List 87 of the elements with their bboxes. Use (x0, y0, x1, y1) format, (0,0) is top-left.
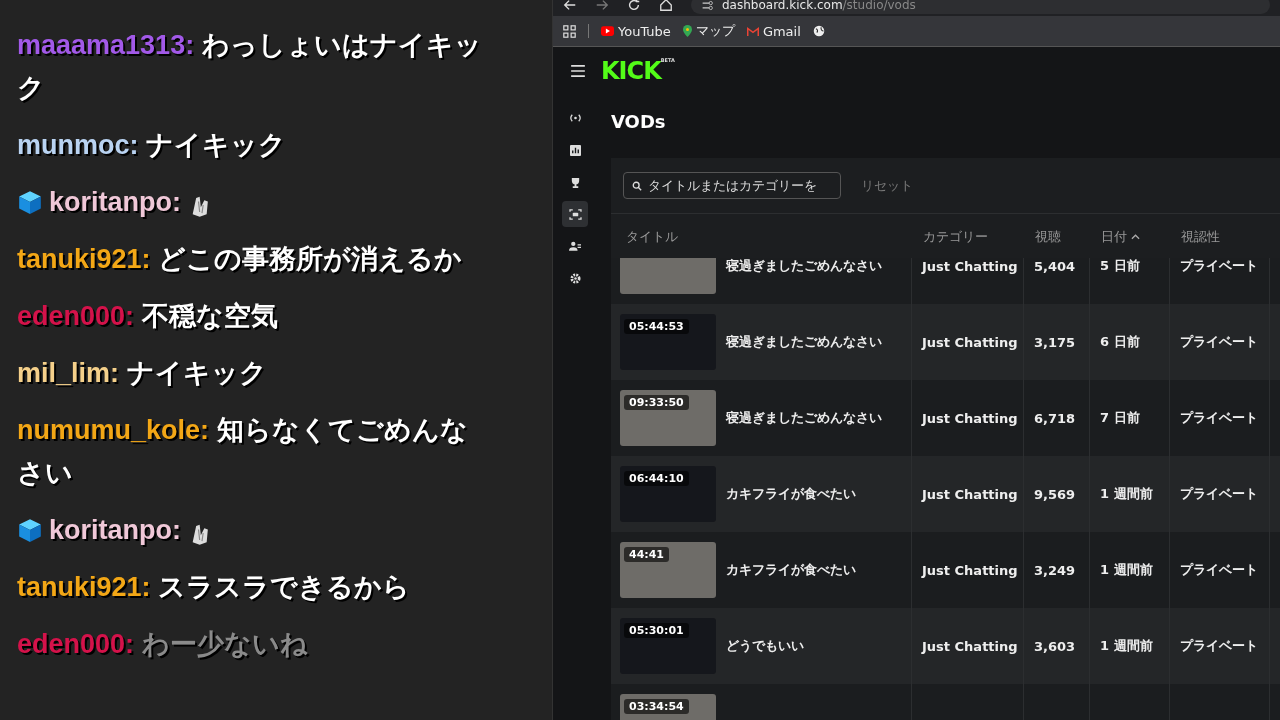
table-cell: 9,569 (1034, 486, 1076, 502)
duration-label: 44:41 (624, 547, 669, 562)
chat-message: tanuki921: スラスラできるから (17, 571, 411, 604)
video-thumbnail[interactable]: 06:44:10 (620, 466, 716, 522)
table-cell: 6 日前 (1100, 333, 1140, 351)
page-title: VODs (611, 111, 667, 132)
column-header[interactable]: 日付 (1089, 228, 1169, 246)
site-info-icon[interactable] (701, 0, 714, 12)
settings-icon (569, 272, 581, 284)
kick-logo[interactable]: KICK$^{BETA}$ (601, 57, 675, 85)
table-cell: 3,603 (1034, 638, 1076, 654)
duration-label: 05:44:53 (624, 319, 689, 334)
video-title[interactable]: どうでもいい (726, 637, 804, 655)
table-cell: 1 週間前 (1100, 485, 1153, 503)
video-thumbnail[interactable]: 44:41 (620, 542, 716, 598)
duration-label: 06:44:10 (624, 471, 689, 486)
home-icon[interactable] (659, 0, 673, 12)
table-cell: プライベート (1180, 561, 1258, 579)
table-cell: Just Chatting (922, 638, 1018, 654)
play-logo-icon (601, 26, 614, 36)
chat-message: eden000: わー少ないね (17, 628, 308, 661)
table-cell: Just Chatting (922, 410, 1018, 426)
table-cell: 6,718 (1034, 410, 1076, 426)
table-cell: Just Chatting (922, 334, 1018, 350)
table-cell: 3,175 (1034, 334, 1076, 350)
video-thumbnail[interactable]: 09:33:50 (620, 390, 716, 446)
video-thumbnail[interactable]: 05:30:01 (620, 618, 716, 674)
table-cell: Just Chatting (922, 486, 1018, 502)
duration-label: 03:34:54 (624, 699, 689, 714)
users-icon (569, 240, 581, 252)
table-cell: 5 日前 (1100, 258, 1140, 275)
reset-button[interactable]: リセット (857, 172, 917, 199)
table-cell: Just Chatting (922, 258, 1018, 274)
table-cell: 1 週間前 (1100, 637, 1153, 655)
chat-message: numumu_kole: 知らなくてごめんなさい (17, 414, 469, 490)
chat-message: koritanpo: (49, 186, 181, 219)
globe-icon (812, 25, 825, 37)
map-pin-icon (682, 25, 692, 37)
menu-icon[interactable] (571, 65, 585, 77)
column-header[interactable]: 視聴 (1023, 228, 1089, 246)
back-icon[interactable] (563, 0, 577, 12)
bookmark[interactable]: YouTube (601, 23, 671, 39)
table-cell: プライベート (1180, 333, 1258, 351)
video-title[interactable]: 寝過ぎましたごめんなさい (726, 409, 882, 427)
column-header[interactable]: 視認性 (1169, 228, 1269, 246)
video-title[interactable]: カキフライが食べたい (726, 485, 856, 503)
table-cell: プライベート (1180, 637, 1258, 655)
table-cell: 3,249 (1034, 562, 1076, 578)
search-icon (632, 180, 642, 191)
table-cell: プライベート (1180, 409, 1258, 427)
table-cell: 5,404 (1034, 258, 1076, 274)
video-title[interactable]: カキフライが食べたい (726, 561, 856, 579)
video-thumbnail[interactable]: 03:34:54 (620, 694, 716, 720)
chat-message: maaama1313: わっしょいはナイキック (17, 29, 482, 105)
table-cell: 7 日前 (1100, 409, 1140, 427)
duration-label: 05:30:01 (624, 623, 689, 638)
chat-message: munmoc: ナイキック (17, 129, 286, 162)
chart-icon (569, 144, 581, 156)
column-header[interactable]: タイトル (611, 228, 911, 246)
table-cell: プライベート (1180, 258, 1258, 275)
broadcast-icon (568, 113, 582, 123)
column-header[interactable]: カテゴリー (911, 228, 1023, 246)
bookmark[interactable]: Gmail (746, 23, 801, 39)
trophy-icon (569, 176, 581, 188)
video-icon (568, 208, 582, 220)
video-thumbnail[interactable]: 05:44:53 (620, 314, 716, 370)
search-field[interactable]: タイトルまたはカテゴリーを (623, 172, 841, 199)
bookmark[interactable]: マップ (682, 22, 735, 40)
table-cell: 1 週間前 (1100, 561, 1153, 579)
apps-grid-icon[interactable] (563, 24, 576, 38)
address-bar[interactable]: dashboard.kick.com/studio/vods (691, 0, 1270, 14)
mail-logo-icon (746, 26, 759, 36)
chat-message: eden000: 不穏な空気 (17, 300, 278, 333)
nav-item[interactable] (562, 201, 588, 227)
video-title[interactable]: 寝過ぎましたごめんなさい (726, 258, 882, 275)
chat-message: koritanpo: (49, 514, 181, 547)
sort-caret-icon (1131, 234, 1140, 240)
chat-message: tanuki921: どこの事務所が消えるか (17, 243, 463, 276)
duration-label: 09:33:50 (624, 395, 689, 410)
forward-icon[interactable] (595, 0, 609, 12)
table-cell: プライベート (1180, 485, 1258, 503)
video-title[interactable]: 寝過ぎましたごめんなさい (726, 333, 882, 351)
chat-message: mil_lim: ナイキック (17, 357, 267, 390)
reload-icon[interactable] (627, 0, 641, 12)
table-cell: Just Chatting (922, 562, 1018, 578)
url-text: dashboard.kick.com/studio/vods (722, 0, 916, 12)
bookmark[interactable] (812, 25, 825, 37)
